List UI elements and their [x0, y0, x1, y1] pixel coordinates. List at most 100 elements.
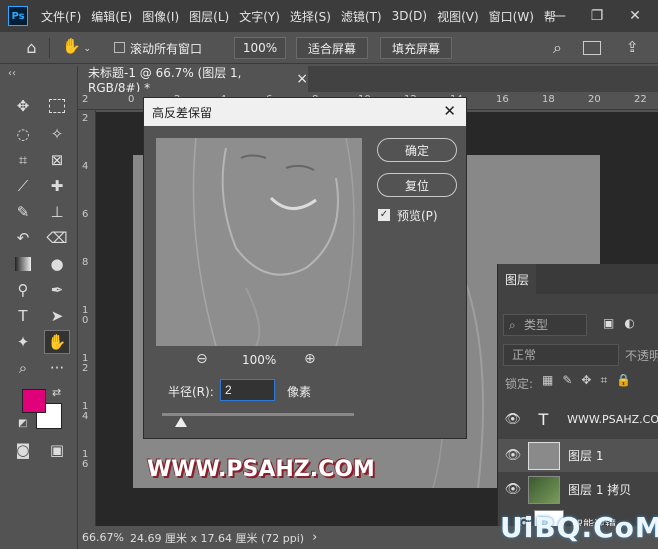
magic-wand-tool-icon[interactable]: ✧ [44, 122, 70, 146]
lasso-tool-icon[interactable]: ◌ [10, 122, 36, 146]
type-tool-icon[interactable]: T [10, 304, 36, 328]
layer-kind-filter[interactable]: ⌕ 类型 [503, 314, 587, 336]
zoom-out-icon[interactable]: ⊖ [196, 351, 208, 367]
restore-button[interactable]: ❐ [578, 0, 616, 32]
lock-icons[interactable]: ▦✎✥⌗🔒 [542, 373, 640, 388]
fill-screen-button[interactable]: 填充屏幕 [380, 37, 452, 59]
home-icon[interactable]: ⌂ [14, 38, 50, 58]
quick-mask-icon[interactable]: ◙ [10, 438, 36, 462]
more-tools-icon[interactable]: ··· [44, 356, 70, 380]
dodge-tool-icon[interactable]: ⚲ [10, 278, 36, 302]
options-bar: ⌂ ✋ ⌄ 滚动所有窗口 100% 适合屏幕 填充屏幕 ⌕ ⇪ [0, 32, 658, 64]
preview-checkbox[interactable]: ✓ [378, 209, 390, 221]
workspace-icon[interactable] [583, 41, 601, 55]
ruler-tick-label: 18 [542, 94, 555, 105]
hand-tool-icon[interactable]: ✋ ⌄ [62, 37, 98, 59]
ok-button[interactable]: 确定 [377, 138, 457, 162]
move-tool-icon[interactable]: ✥ [10, 94, 36, 118]
brush-tool-icon[interactable]: ✎ [10, 200, 36, 224]
layer-thumbnail [528, 441, 560, 470]
blend-mode-select[interactable]: 正常 [503, 344, 619, 366]
status-arrow-icon[interactable]: › [312, 530, 317, 545]
layer-row-copy[interactable]: 👁 图层 1 拷贝 [498, 473, 658, 506]
path-selection-tool-icon[interactable]: ➤ [44, 304, 70, 328]
fit-screen-button[interactable]: 适合屏幕 [296, 37, 368, 59]
radius-slider-thumb[interactable] [175, 417, 188, 427]
minimize-button[interactable]: — [540, 0, 578, 32]
layer-name: 图层 1 拷贝 [568, 483, 632, 497]
crop-tool-icon[interactable]: ⌗ [10, 148, 36, 172]
scroll-all-checkbox[interactable] [114, 42, 125, 53]
radius-slider-track[interactable] [162, 413, 354, 416]
ruler-tick-label: 2 [82, 94, 89, 105]
menu-filter[interactable]: 滤镜(T) [336, 8, 387, 25]
menu-layer[interactable]: 图层(L) [184, 8, 234, 25]
marquee-tool-icon[interactable] [44, 94, 70, 118]
menu-type[interactable]: 文字(Y) [234, 8, 285, 25]
layers-tab[interactable]: 图层 [498, 264, 536, 294]
filter-preview[interactable] [156, 138, 362, 346]
ruler-tick-label: 22 [634, 94, 647, 105]
ruler-tick-label: 20 [588, 94, 601, 105]
visibility-eye-icon[interactable]: 👁 [498, 412, 528, 427]
menu-select[interactable]: 选择(S) [285, 8, 336, 25]
frame-tool-icon[interactable]: ⊠ [44, 148, 70, 172]
pen-tool-icon[interactable]: ✒ [44, 278, 70, 302]
search-icon[interactable]: ⌕ [553, 38, 562, 58]
eraser-tool-icon[interactable]: ⌫ [44, 226, 70, 250]
dialog-title-bar: 高反差保留 ✕ [144, 98, 466, 126]
menu-image[interactable]: 图像(I) [137, 8, 184, 25]
menu-window[interactable]: 窗口(W) [484, 8, 539, 25]
history-brush-tool-icon[interactable]: ↶ [10, 226, 36, 250]
corner-watermark-logo: UiBQ.CoM [500, 511, 658, 544]
menu-bar: Ps 文件(F) 编辑(E) 图像(I) 图层(L) 文字(Y) 选择(S) 滤… [0, 0, 658, 32]
dialog-close-icon[interactable]: ✕ [443, 102, 456, 120]
blur-tool-icon[interactable]: ● [44, 252, 70, 276]
photoshop-logo: Ps [8, 6, 28, 26]
high-pass-dialog: 高反差保留 ✕ 确定 复位 ✓ 预览(P) ⊖ 100% ⊕ 半径(R): 像素 [143, 97, 467, 439]
zoom-tool-icon[interactable]: ⌕ [10, 356, 36, 380]
swap-colors-icon[interactable]: ⇄ [52, 386, 61, 399]
collapse-toolbar-icon[interactable]: ‹‹ [8, 68, 16, 79]
document-tab-close-icon[interactable]: × [296, 71, 308, 87]
healing-brush-tool-icon[interactable]: ✚ [44, 174, 70, 198]
radius-input[interactable] [220, 379, 275, 401]
default-colors-icon[interactable]: ◩ [18, 418, 27, 429]
preview-face-image [156, 138, 362, 346]
document-tab[interactable]: 未标题-1 @ 66.7% (图层 1, RGB/8#) * × [78, 65, 308, 95]
status-zoom[interactable]: 66.67% [82, 531, 126, 544]
visibility-eye-icon[interactable]: 👁 [498, 482, 528, 497]
radius-unit: 像素 [287, 385, 312, 399]
document-tab-title: 未标题-1 @ 66.7% (图层 1, RGB/8#) * [88, 65, 242, 95]
ruler-tick-label: 16 [496, 94, 509, 105]
share-icon[interactable]: ⇪ [626, 38, 639, 56]
zoom-100-button[interactable]: 100% [234, 37, 286, 59]
tools-panel: ‹‹ ✥ ◌ ✧ ⌗ ⊠ ⟋ ✚ ✎ ⊥ ↶ ⌫ ● ⚲ ✒ T ➤ ✦ ✋ ⌕… [0, 66, 78, 549]
menu-edit[interactable]: 编辑(E) [86, 8, 137, 25]
menu-view[interactable]: 视图(V) [432, 8, 484, 25]
custom-shape-tool-icon[interactable]: ✦ [10, 330, 36, 354]
menu-file[interactable]: 文件(F) [36, 8, 86, 25]
screen-mode-icon[interactable]: ▣ [44, 438, 70, 462]
visibility-eye-icon[interactable]: 👁 [498, 448, 528, 463]
ruler-tick-label: 1 4 [82, 401, 89, 422]
preview-zoom-value: 100% [242, 353, 277, 367]
layer-photo-thumbnail [528, 475, 560, 504]
hand-tool-selected-icon[interactable]: ✋ [44, 330, 70, 354]
ruler-tick-label: 1 6 [82, 449, 89, 470]
menu-3d[interactable]: 3D(D) [387, 9, 432, 23]
reset-button[interactable]: 复位 [377, 173, 457, 197]
ruler-tick-label: 8 [82, 257, 89, 268]
clone-stamp-tool-icon[interactable]: ⊥ [44, 200, 70, 224]
filter-type-icons[interactable]: ▣◐ [603, 316, 645, 330]
gradient-tool-icon[interactable] [10, 252, 36, 276]
close-window-button[interactable]: ✕ [616, 0, 654, 32]
eyedropper-tool-icon[interactable]: ⟋ [10, 174, 36, 198]
zoom-in-icon[interactable]: ⊕ [304, 351, 316, 367]
layer-row-selected[interactable]: 👁 图层 1 [498, 439, 658, 472]
preview-label: 预览(P) [397, 209, 438, 223]
foreground-color-swatch[interactable] [22, 389, 46, 413]
scroll-all-label: 滚动所有窗口 [130, 42, 203, 56]
layer-row-text[interactable]: 👁 T WWW.PSAHZ.CO [498, 403, 658, 436]
radius-label: 半径(R): [168, 385, 214, 399]
